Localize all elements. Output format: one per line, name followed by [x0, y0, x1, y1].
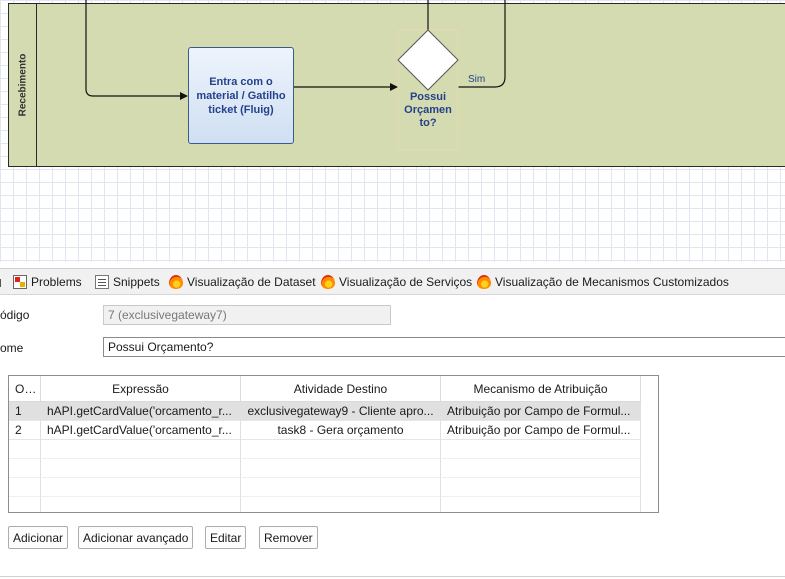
empty-cell: [241, 478, 441, 497]
codigo-label: ódigo: [0, 308, 30, 322]
cell-ordem: 1: [9, 402, 41, 421]
exclusive-gateway-shape: [397, 29, 459, 91]
table-row[interactable]: 1 hAPI.getCardValue('orcamento_r... excl…: [9, 402, 641, 421]
adicionar-button[interactable]: Adicionar: [8, 526, 69, 549]
empty-cell: [9, 440, 41, 459]
cell-expressao: hAPI.getCardValue('orcamento_r...: [41, 421, 241, 440]
empty-cell: [41, 478, 241, 497]
clipped-tab-edge[interactable]: [0, 279, 4, 287]
empty-cell: [441, 459, 641, 478]
cell-atividade-destino: exclusivegateway9 - Cliente apro...: [241, 402, 441, 421]
editar-button[interactable]: Editar: [205, 526, 247, 549]
empty-cell: [441, 497, 641, 512]
tab-label: Visualização de Serviços: [339, 275, 473, 289]
tab-visualizacao-dataset[interactable]: Visualização de Dataset: [169, 275, 316, 289]
problems-icon: [13, 275, 27, 289]
empty-cell: [441, 440, 641, 459]
column-header-ordem[interactable]: O...: [9, 376, 41, 402]
table-row[interactable]: 2 hAPI.getCardValue('orcamento_r... task…: [9, 421, 641, 440]
cell-expressao: hAPI.getCardValue('orcamento_r...: [41, 402, 241, 421]
codigo-field[interactable]: [103, 305, 391, 325]
empty-cell: [9, 459, 41, 478]
cell-mecanismo: Atribuição por Campo de Formul...: [441, 421, 641, 440]
tab-label: Visualização de Mecanismos Customizados: [495, 275, 729, 289]
task-label: Entra com o material / Gatilho ticket (F…: [196, 75, 286, 116]
panel-bottom-border: [0, 576, 785, 577]
empty-row: [9, 478, 641, 497]
column-header-mecanismo[interactable]: Mecanismo de Atribuição: [441, 376, 641, 402]
table-header: O... Expressão Atividade Destino Mecanis…: [9, 376, 641, 402]
empty-cell: [41, 459, 241, 478]
task-entra-com-material[interactable]: Entra com o material / Gatilho ticket (F…: [188, 47, 294, 144]
empty-row: [9, 459, 641, 478]
empty-row: [9, 497, 641, 512]
view-tab-bar: Problems Snippets Visualização de Datase…: [0, 268, 785, 295]
cell-ordem: 2: [9, 421, 41, 440]
nome-label: ome: [0, 341, 24, 355]
flame-icon: [169, 275, 183, 289]
column-header-atividade-destino[interactable]: Atividade Destino: [241, 376, 441, 402]
cell-atividade-destino: task8 - Gera orçamento: [241, 421, 441, 440]
conditions-table[interactable]: O... Expressão Atividade Destino Mecanis…: [8, 375, 659, 513]
nome-field[interactable]: [103, 337, 785, 357]
column-header-expressao[interactable]: Expressão: [41, 376, 241, 402]
snippets-icon: [95, 275, 109, 289]
empty-cell: [9, 497, 41, 512]
flow-label-sim: Sim: [468, 74, 486, 85]
diagram-canvas[interactable]: Recebimento Entra com o material / Gatil…: [0, 0, 785, 262]
empty-cell: [41, 440, 241, 459]
empty-cell: [241, 497, 441, 512]
tab-label: Problems: [31, 275, 82, 289]
empty-cell: [241, 459, 441, 478]
tab-visualizacao-mecanismos[interactable]: Visualização de Mecanismos Customizados: [477, 275, 729, 289]
adicionar-avancado-button[interactable]: Adicionar avançado: [78, 526, 194, 549]
tab-problems[interactable]: Problems: [13, 275, 82, 289]
flame-icon: [477, 275, 491, 289]
sequence-flows: [85, 0, 506, 151]
empty-cell: [241, 440, 441, 459]
tab-label: Snippets: [113, 275, 160, 289]
empty-cell: [41, 497, 241, 512]
tab-label: Visualização de Dataset: [187, 275, 316, 289]
flame-icon: [321, 275, 335, 289]
cell-mecanismo: Atribuição por Campo de Formul...: [441, 402, 641, 421]
tab-visualizacao-servicos[interactable]: Visualização de Serviços: [321, 275, 472, 289]
empty-cell: [9, 478, 41, 497]
empty-cell: [441, 478, 641, 497]
remover-button[interactable]: Remover: [259, 526, 318, 549]
flow-into-task: [85, 0, 188, 100]
empty-row: [9, 440, 641, 459]
gateway-label: Possui Orçamen to?: [404, 91, 452, 129]
tab-snippets[interactable]: Snippets: [95, 275, 160, 289]
